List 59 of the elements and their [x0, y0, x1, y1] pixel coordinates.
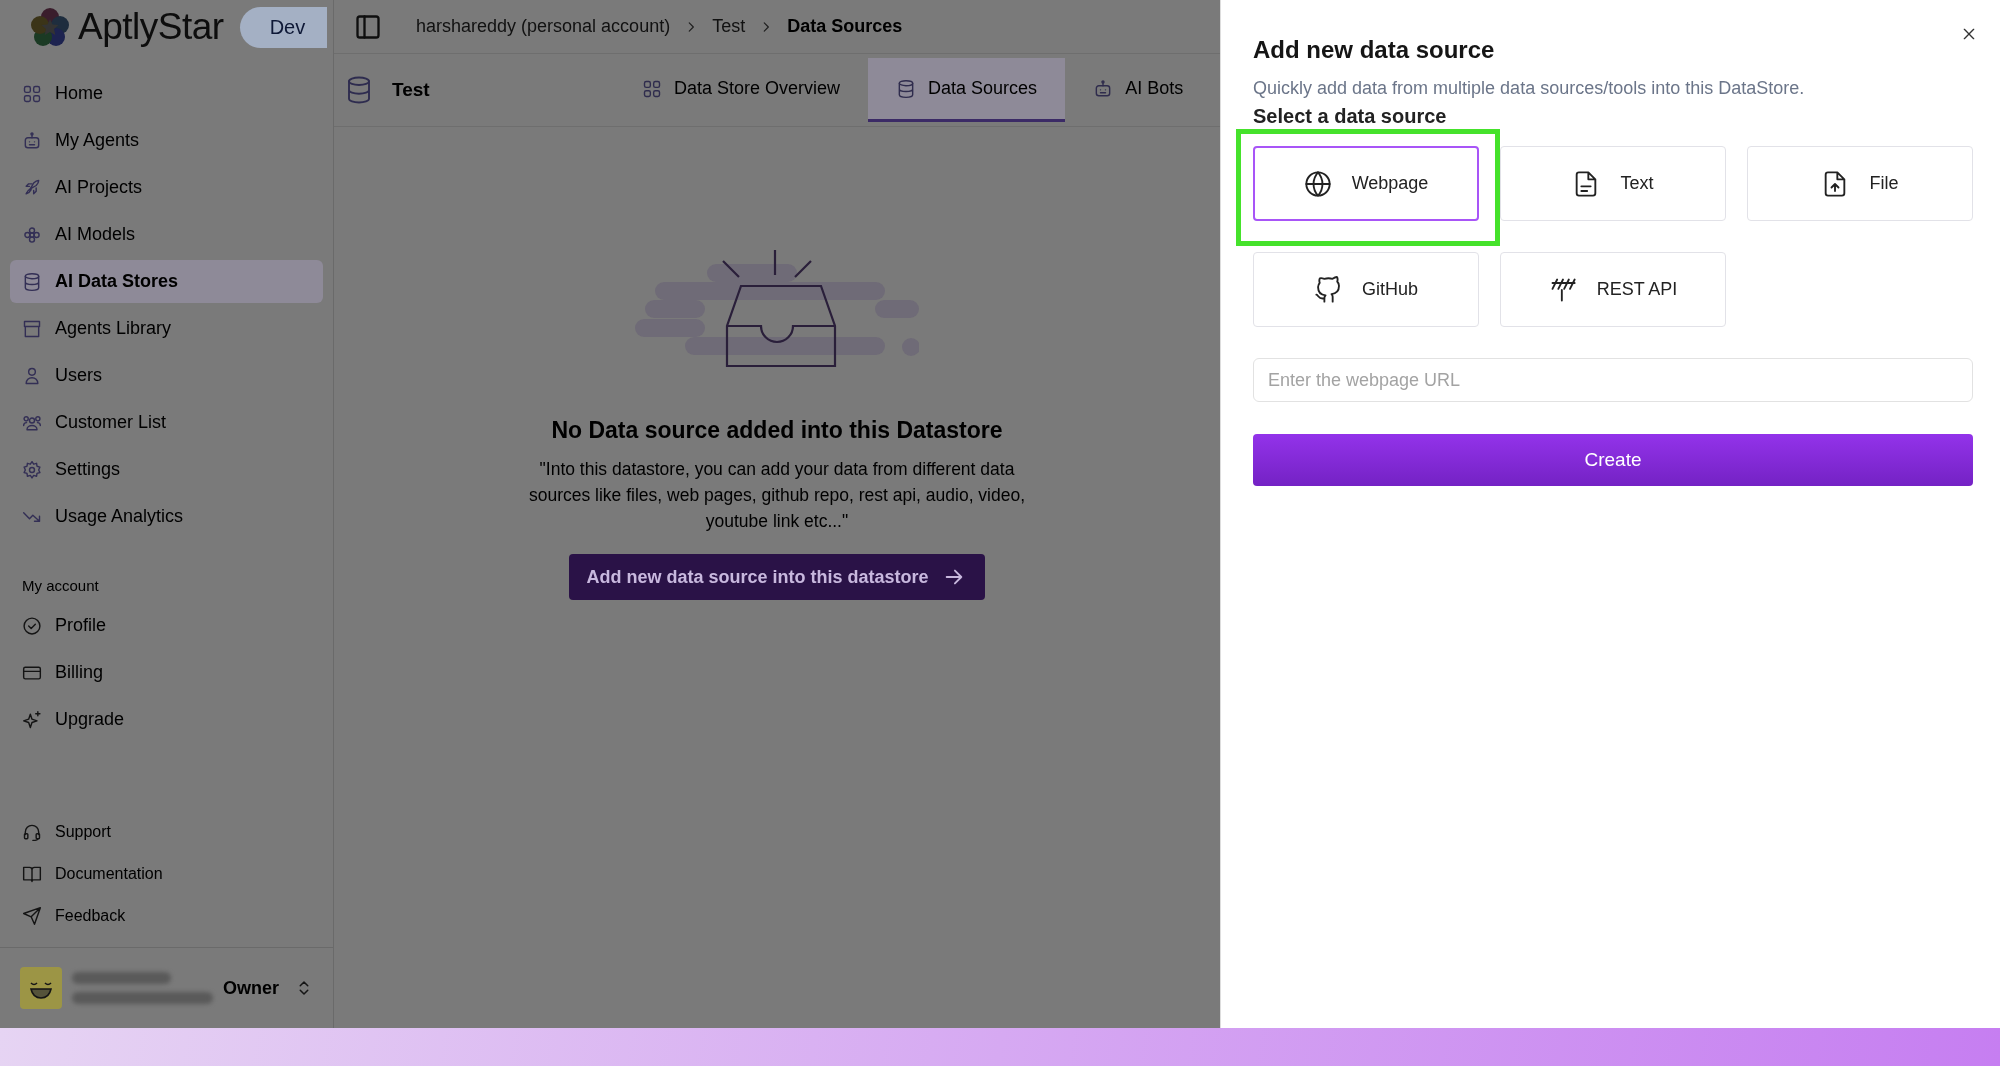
data-source-option[interactable]: REST API	[1500, 252, 1726, 327]
sidebar-item[interactable]: Customer List	[10, 401, 323, 444]
globe-icon	[1303, 169, 1332, 198]
create-button[interactable]: Create	[1253, 434, 1973, 486]
environment-badge[interactable]: Dev	[239, 6, 328, 48]
sidebar-item[interactable]: Profile	[10, 604, 323, 647]
storefront-icon	[22, 318, 42, 339]
sidebar-item[interactable]: Users	[10, 354, 323, 397]
data-source-option[interactable]: Webpage	[1253, 146, 1479, 221]
tab[interactable]: Data Store Overview	[614, 58, 869, 122]
headset-icon	[22, 822, 42, 842]
breadcrumb-link[interactable]: harshareddy (personal account)	[416, 16, 671, 37]
user-icon	[22, 365, 42, 386]
sidebar-item[interactable]: My Agents	[10, 119, 323, 162]
datastore-name: Test	[392, 79, 430, 101]
database-icon	[22, 271, 42, 292]
settings-icon	[22, 459, 42, 480]
data-source-option[interactable]: GitHub	[1253, 252, 1479, 327]
grid-icon	[22, 83, 42, 104]
grid-icon	[642, 78, 662, 99]
sidebar-item[interactable]: Settings	[10, 448, 323, 491]
sidebar-item[interactable]: AI Models	[10, 213, 323, 256]
smiley-avatar-icon	[20, 967, 62, 1009]
sidebar-toggle-icon[interactable]	[354, 12, 382, 41]
sidebar-item[interactable]: Feedback	[10, 897, 323, 935]
empty-state-message: "Into this datastore, you can add your data from different data sources like files, web pages, github repo, rest api, audio, video, youtube link etc..."	[527, 458, 1027, 533]
sidebar-item[interactable]: AI Projects	[10, 166, 323, 209]
sidebar-item[interactable]: Agents Library	[10, 307, 323, 350]
sparkle-icon	[22, 709, 42, 730]
data-source-option[interactable]: File	[1747, 146, 1973, 221]
send-icon	[22, 906, 42, 926]
empty-state-title: No Data source added into this Datastore	[551, 417, 1003, 444]
url-input-field[interactable]: Enter the webpage URL	[1253, 358, 1973, 402]
sidebar-item[interactable]: Usage Analytics	[10, 495, 323, 538]
cat-head-icon	[1314, 275, 1342, 304]
sidebar-item[interactable]: AI Data Stores	[10, 260, 323, 303]
panel-subtitle: Quickly add data from multiple data sources/tools into this DataStore.	[1253, 78, 1806, 99]
section-label: Select a data source	[1253, 105, 1448, 128]
data-source-option[interactable]: Text	[1500, 146, 1726, 221]
close-icon	[1961, 26, 1977, 42]
sidebar-item[interactable]: Support	[10, 813, 323, 851]
sidebar-item[interactable]: Home	[10, 72, 323, 115]
app-logo-text: AptlyStar	[78, 6, 224, 48]
breadcrumb-link[interactable]: Test	[712, 16, 746, 37]
user-role: Owner	[223, 977, 279, 999]
add-data-source-button[interactable]: Add new data source into this datastore	[569, 554, 985, 600]
sidebar-item[interactable]: Documentation	[10, 855, 323, 893]
sidebar-item[interactable]: Billing	[10, 651, 323, 694]
section-heading: My account	[21, 576, 100, 596]
tab[interactable]: Data Sources	[868, 58, 1066, 122]
check-circle-icon	[22, 615, 42, 636]
flower-icon	[22, 224, 42, 245]
breadcrumb-link[interactable]: Data Sources	[787, 16, 903, 37]
robot-icon	[22, 130, 42, 151]
sidebar-item[interactable]: Upgrade	[10, 698, 323, 741]
tab[interactable]: AI Bots	[1065, 58, 1212, 122]
book-icon	[22, 864, 42, 884]
panel-title: Add new data source	[1253, 36, 1496, 64]
flower-star-logo-icon	[30, 7, 70, 47]
